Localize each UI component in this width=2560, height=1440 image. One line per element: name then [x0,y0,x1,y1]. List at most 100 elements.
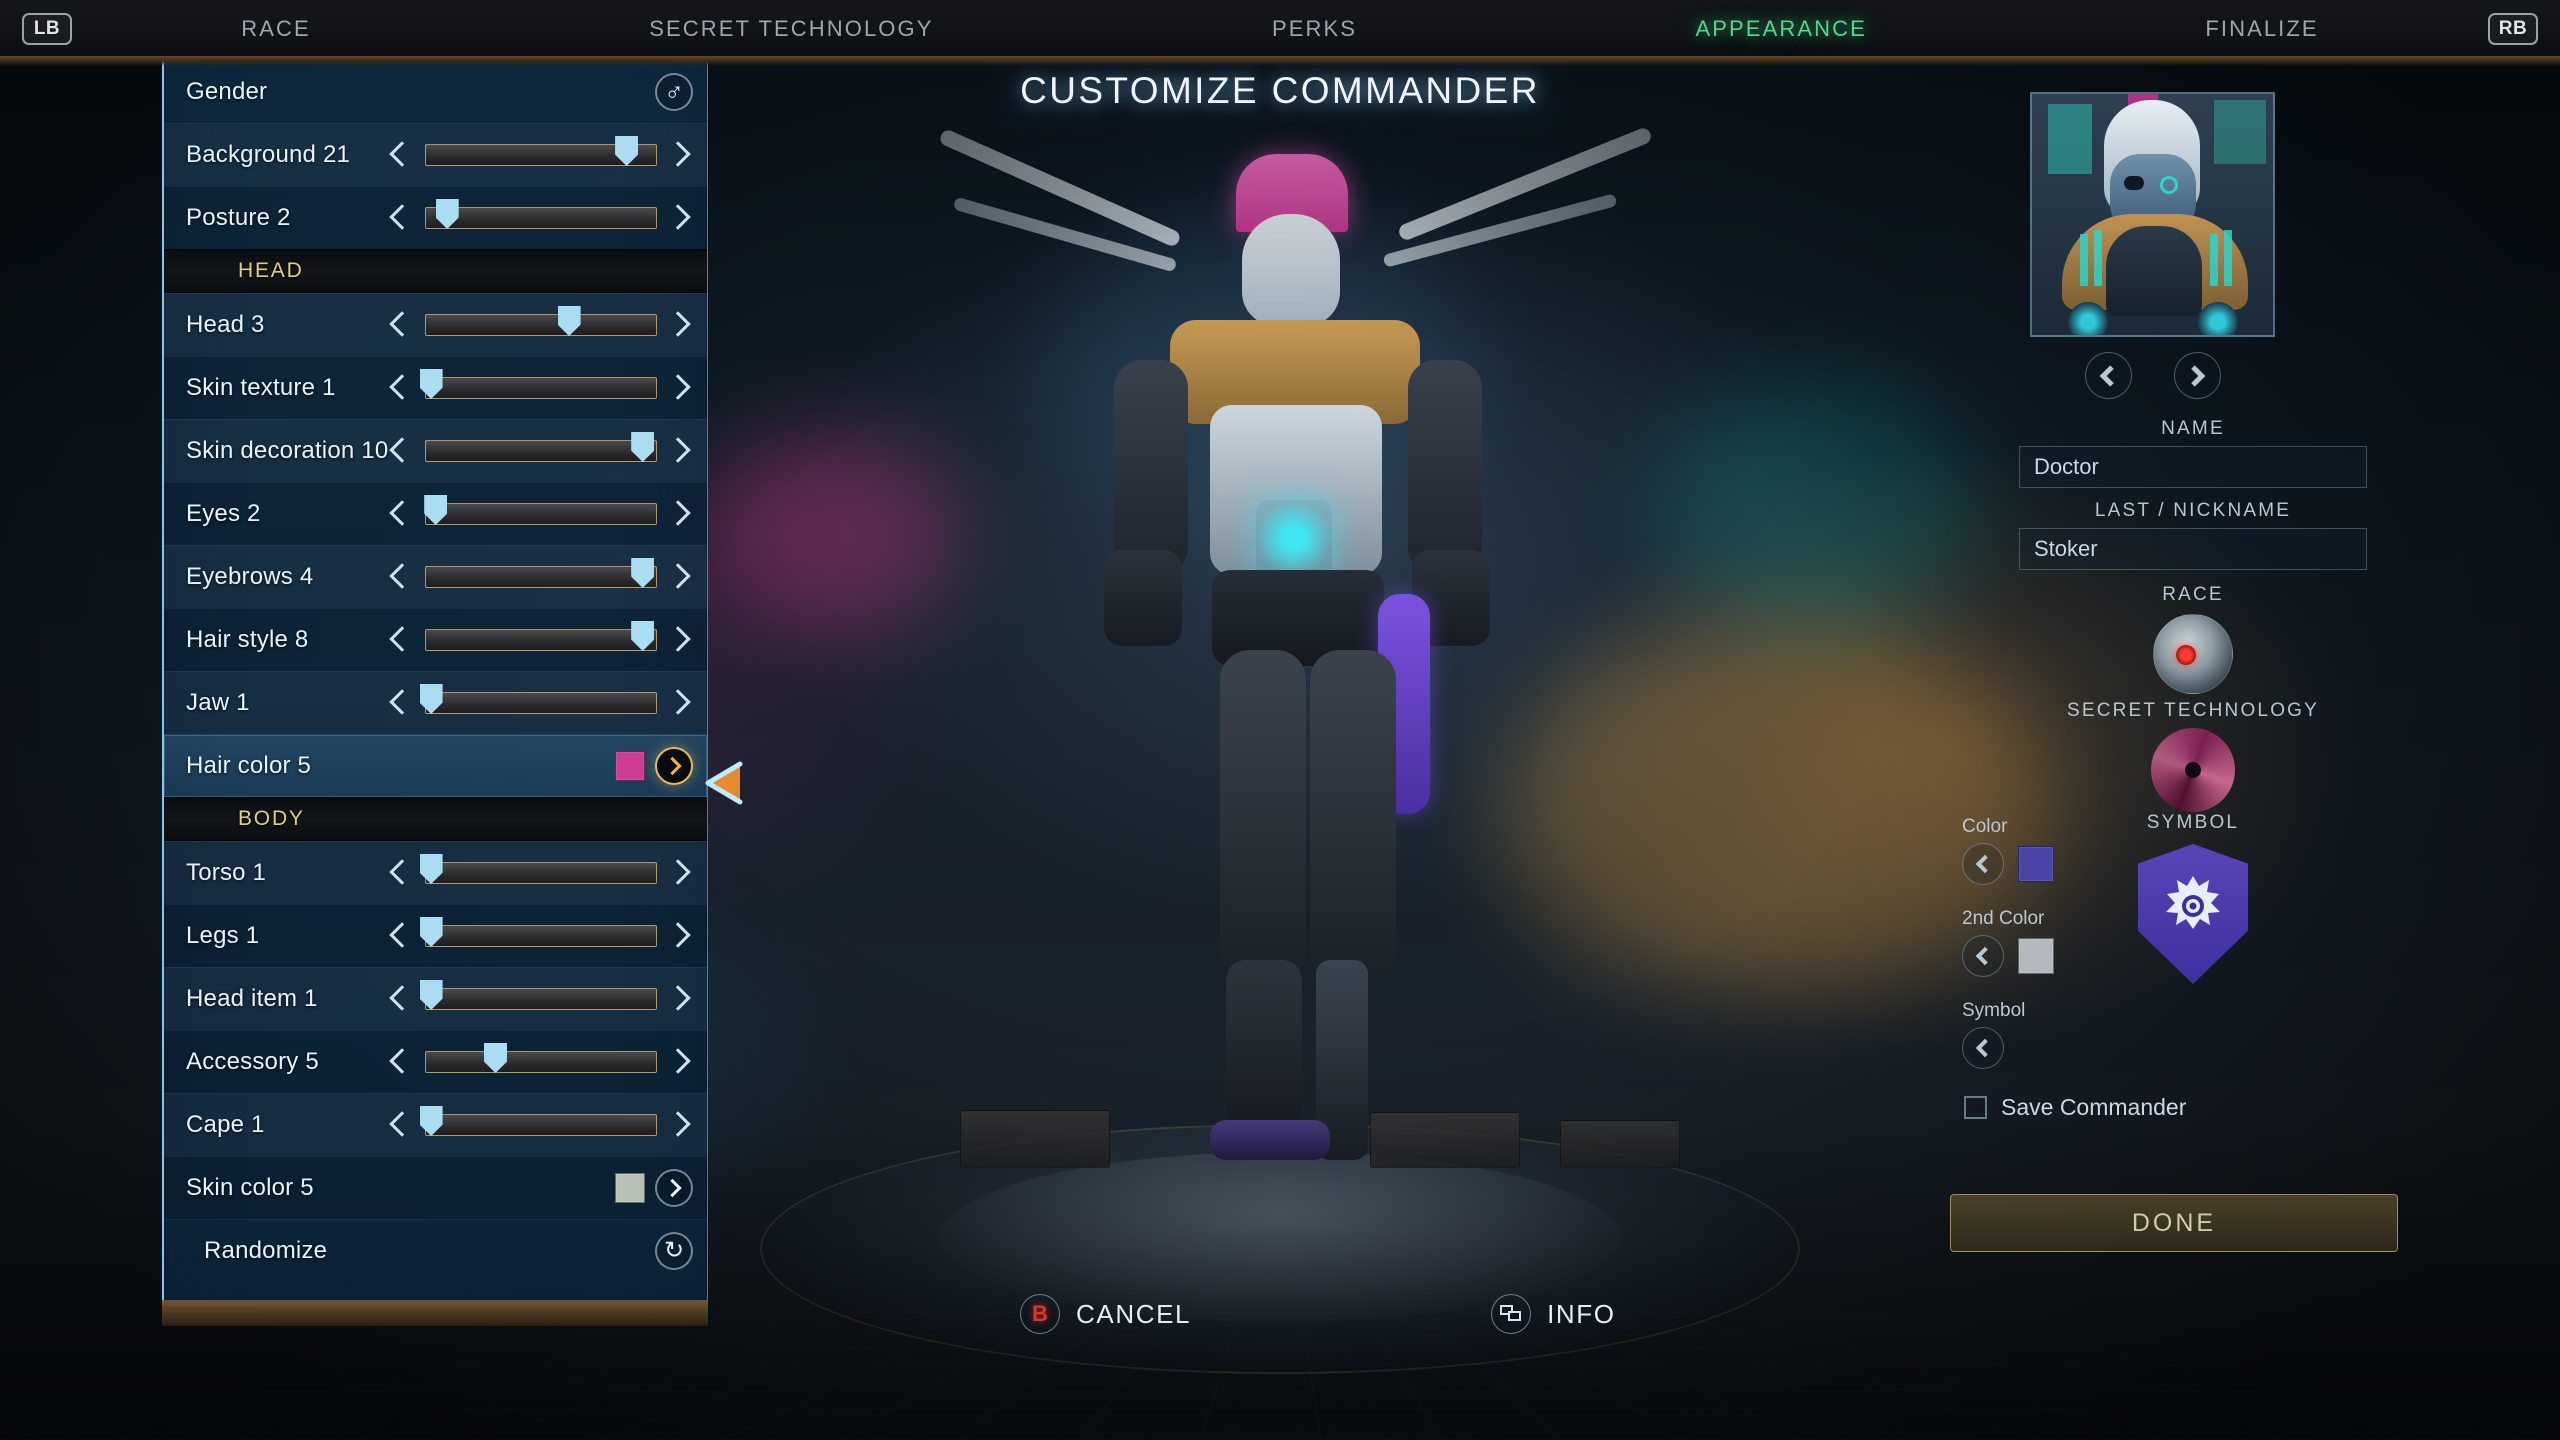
slider-handle[interactable] [484,1043,507,1073]
chevron-left-icon[interactable] [389,856,415,890]
slider-track-skin-texture-1[interactable] [419,369,657,399]
info-action[interactable]: INFO [1491,1294,1616,1334]
chevron-right-icon[interactable] [667,623,693,657]
chevron-right-icon[interactable] [667,138,693,172]
chevron-left-icon[interactable] [389,497,415,531]
slider-handle[interactable] [419,980,443,1010]
nickname-field[interactable]: Stoker [2019,528,2367,570]
chevron-right-icon[interactable] [667,856,693,890]
slider-handle[interactable] [419,854,443,884]
slider-track-jaw-1[interactable] [419,684,657,714]
slider-track-torso-1[interactable] [419,854,657,884]
sidebar-row-torso-1[interactable]: Torso 1 [164,841,707,904]
open-color-picker-button[interactable] [655,747,693,785]
recycle-icon[interactable]: ↻ [655,1232,693,1270]
chevron-right-icon[interactable] [667,1108,693,1142]
slider-track-legs-1[interactable] [419,917,657,947]
slider-track-cape-1[interactable] [419,1106,657,1136]
sidebar-row-randomize[interactable]: Randomize ↻ [164,1219,707,1282]
chevron-left-icon[interactable] [389,919,415,953]
chevron-right-icon[interactable] [667,982,693,1016]
chevron-left-icon[interactable] [389,982,415,1016]
sidebar-row-eyes-2[interactable]: Eyes 2 [164,482,707,545]
sidebar-row-cape-1[interactable]: Cape 1 [164,1093,707,1156]
sidebar-row-head-item-1[interactable]: Head item 1 [164,967,707,1030]
sidebar-row-eyebrows-4[interactable]: Eyebrows 4 [164,545,707,608]
tab-race[interactable]: RACE [219,10,333,48]
color-swatch[interactable] [2018,846,2054,882]
sidebar-row-legs-1[interactable]: Legs 1 [164,904,707,967]
slider-handle[interactable] [419,684,443,714]
symbol-prev-button[interactable] [1962,1027,2004,1069]
sidebar-row-skin-decoration-10[interactable]: Skin decoration 10 [164,419,707,482]
name-field[interactable]: Doctor [2019,446,2367,488]
sidebar-row-gender[interactable]: Gender ♂ [164,60,707,123]
slider-handle[interactable] [631,432,655,462]
color-swatch-skin-color-5[interactable] [615,1173,645,1203]
tab-appearance[interactable]: APPEARANCE [1673,10,1888,48]
sidebar-row-hair-color-5[interactable]: Hair color 5 [164,734,707,797]
chevron-left-icon[interactable] [389,560,415,594]
tab-secret-technology[interactable]: SECRET TECHNOLOGY [627,10,955,48]
tab-perks[interactable]: PERKS [1250,10,1379,48]
sidebar-row-skin-color-5[interactable]: Skin color 5 [164,1156,707,1219]
chevron-right-icon[interactable] [667,1045,693,1079]
color-swatch-hair-color-5[interactable] [615,751,645,781]
save-commander-row[interactable]: Save Commander [1964,1094,2186,1121]
chevron-left-icon[interactable] [389,138,415,172]
slider-handle[interactable] [419,369,443,399]
chevron-left-icon[interactable] [389,434,415,468]
slider-handle[interactable] [424,495,448,525]
chevron-right-icon[interactable] [667,308,693,342]
slider-track-skin-decoration-10[interactable] [425,432,657,462]
save-commander-checkbox[interactable] [1964,1096,1987,1119]
sidebar-row-jaw-1[interactable]: Jaw 1 [164,671,707,734]
sidebar-row-posture-2[interactable]: Posture 2 [164,186,707,249]
sidebar-row-hair-style-8[interactable]: Hair style 8 [164,608,707,671]
chevron-left-icon[interactable] [389,201,415,235]
chevron-right-icon[interactable] [667,686,693,720]
portrait-prev-button[interactable] [2084,352,2132,399]
chevron-right-icon[interactable] [667,560,693,594]
chevron-right-icon[interactable] [667,434,693,468]
chevron-left-icon[interactable] [389,623,415,657]
slider-handle[interactable] [557,306,581,336]
open-color-picker-button[interactable] [655,1169,693,1207]
right-bumper-button[interactable]: RB [2488,13,2538,45]
chevron-left-icon[interactable] [389,371,415,405]
sidebar-row-head-3[interactable]: Head 3 [164,293,707,356]
portrait-next-button[interactable] [2173,352,2221,399]
chevron-left-icon[interactable] [389,1108,415,1142]
color-prev-button[interactable] [1962,843,2004,885]
slider-handle[interactable] [631,621,655,651]
chevron-right-icon[interactable] [667,919,693,953]
slider-track-hair-style-8[interactable] [425,621,657,651]
slider-handle[interactable] [419,917,443,947]
male-gender-icon[interactable]: ♂ [655,73,693,111]
second-color-swatch[interactable] [2018,938,2054,974]
chevron-left-icon[interactable] [389,308,415,342]
slider-handle[interactable] [435,199,459,229]
chevron-right-icon[interactable] [667,371,693,405]
chevron-left-icon[interactable] [389,1045,415,1079]
cancel-action[interactable]: B CANCEL [1020,1294,1191,1334]
sidebar-row-accessory-5[interactable]: Accessory 5 [164,1030,707,1093]
slider-track-eyes-2[interactable] [424,495,657,525]
chevron-right-icon[interactable] [667,497,693,531]
left-bumper-button[interactable]: LB [22,13,72,45]
chevron-right-icon[interactable] [667,201,693,235]
slider-track-posture-2[interactable] [425,199,657,229]
tab-finalize[interactable]: FINALIZE [2183,10,2340,48]
slider-track-eyebrows-4[interactable] [425,558,657,588]
chevron-left-icon[interactable] [389,686,415,720]
slider-track-accessory-5[interactable] [425,1043,657,1073]
slider-track-head-3[interactable] [425,306,657,336]
sidebar-row-background-21[interactable]: Background 21 [164,123,707,186]
done-button[interactable]: DONE [1950,1194,2398,1252]
slider-handle[interactable] [615,136,639,166]
second-color-prev-button[interactable] [1962,935,2004,977]
slider-track-head-item-1[interactable] [419,980,657,1010]
slider-handle[interactable] [631,558,655,588]
sidebar-row-skin-texture-1[interactable]: Skin texture 1 [164,356,707,419]
slider-track-background-21[interactable] [425,136,657,166]
